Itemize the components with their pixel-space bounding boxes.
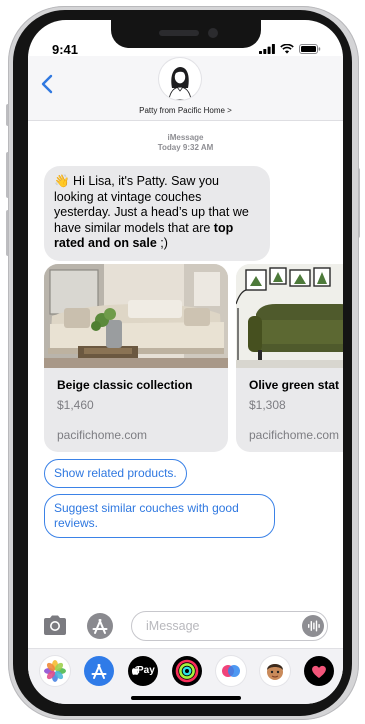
product-title: Olive green stat [249,378,340,392]
contact-avatar[interactable] [159,58,201,100]
heart-stickers-icon[interactable] [304,656,334,686]
suggest-similar-couches-button[interactable]: Suggest similar couches with good review… [44,494,275,538]
apple-logo-icon [132,666,139,675]
product-card[interactable]: Beige classic collection $1,460 pacifich… [44,264,228,452]
product-price: $1,460 [57,398,94,412]
status-icons [259,44,321,54]
wifi-icon [280,44,294,54]
product-title: Beige classic collection [57,378,193,392]
conversation-header: Patty from Pacific Home > [28,56,343,121]
photos-icon[interactable] [40,656,70,686]
beige-couch-image [44,264,228,368]
product-carousel[interactable]: Beige classic collection $1,460 pacifich… [44,264,343,452]
phone-screen: 9:41 Patty from Pacific Home > iMessage … [28,20,343,704]
waveform-icon [308,620,320,632]
battery-icon [299,44,321,54]
notch [111,20,261,48]
activity-icon[interactable] [172,656,202,686]
product-price: $1,308 [249,398,286,412]
message-input-field[interactable] [131,611,328,641]
apple-pay-label: Pay [137,665,155,676]
status-time: 9:41 [52,42,79,57]
front-camera [208,28,218,38]
apple-pay-icon[interactable]: Pay [128,656,158,686]
speaker-grille [159,30,199,36]
olive-couch-image [236,264,343,368]
wave-emoji: 👋 [54,174,70,188]
audio-message-button[interactable] [302,615,324,637]
memoji-icon[interactable] [260,656,290,686]
digital-touch-icon[interactable] [216,656,246,686]
back-chevron-icon[interactable] [36,70,60,98]
message-text-end: ;) [156,236,168,250]
message-timestamp: Today 9:32 AM [157,143,214,152]
app-store-app-icon[interactable] [84,656,114,686]
service-label: iMessage [167,133,204,142]
show-related-products-button[interactable]: Show related products. [44,459,187,488]
product-domain: pacifichome.com [57,428,148,442]
contact-name[interactable]: Patty from Pacific Home > [28,106,343,115]
home-indicator [131,696,241,700]
product-card[interactable]: Olive green stat $1,308 pacifichome.com [236,264,343,452]
avatar-illustration [168,67,192,100]
camera-icon[interactable] [42,614,68,636]
product-domain: pacifichome.com [249,428,340,442]
incoming-message-bubble: 👋 Hi Lisa, it's Patty. Saw you looking a… [44,166,270,261]
signal-icon [259,44,275,54]
message-input[interactable] [144,618,298,634]
app-store-icon[interactable] [86,612,114,640]
